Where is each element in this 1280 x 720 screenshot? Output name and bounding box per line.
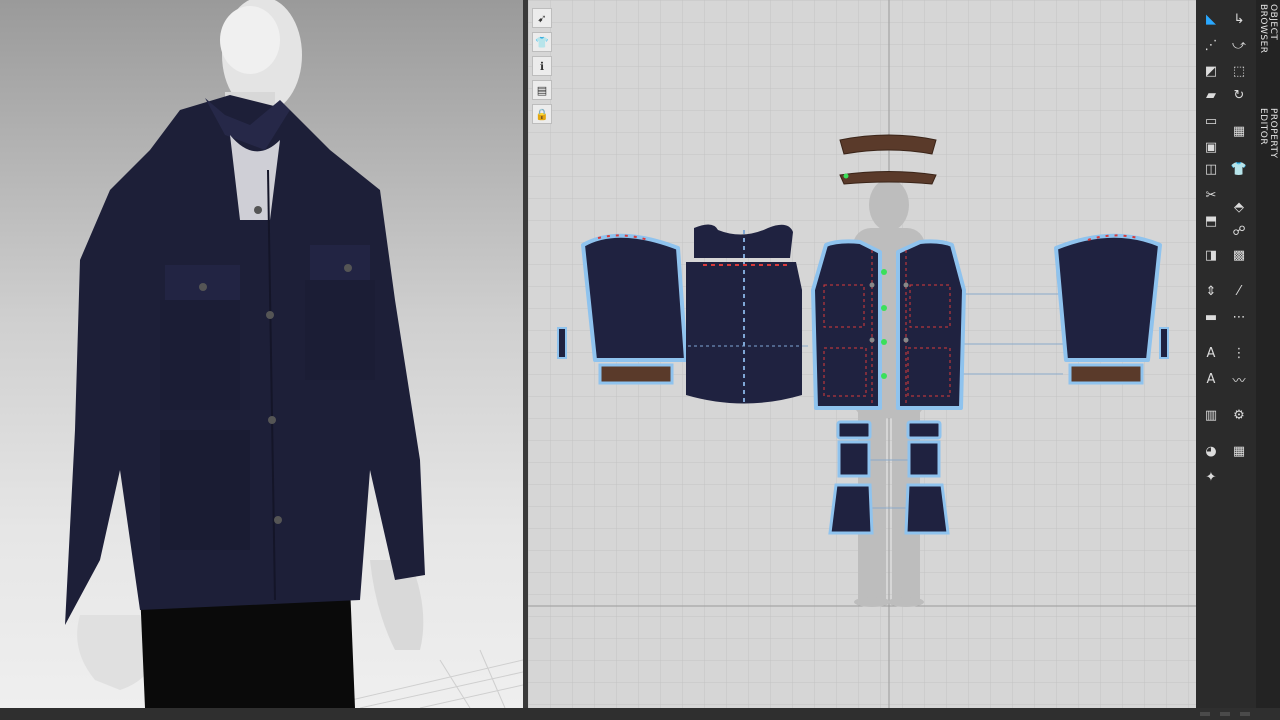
- floor-grid: [329, 649, 523, 708]
- button-tool-icon[interactable]: ⚙: [1228, 404, 1250, 426]
- tacking-icon[interactable]: ◨: [1200, 244, 1222, 266]
- jacket-3d: [65, 95, 425, 625]
- line-tool-icon[interactable]: ⁄: [1228, 280, 1250, 302]
- cut-icon[interactable]: ✂: [1200, 184, 1222, 206]
- sewing-segment-icon[interactable]: ▣: [1200, 136, 1222, 158]
- puckering-icon[interactable]: 〰: [1228, 368, 1250, 390]
- point-icon[interactable]: ⋰: [1200, 34, 1222, 56]
- shirt-tool-icon[interactable]: 👕: [1228, 158, 1250, 180]
- internal-polygon-icon[interactable]: ▰: [1200, 84, 1222, 106]
- measure-icon[interactable]: ⇕: [1200, 280, 1222, 302]
- add-text-icon[interactable]: A: [1200, 342, 1222, 364]
- trace-icon[interactable]: ▭: [1200, 110, 1222, 132]
- scroll-handle[interactable]: [1220, 712, 1230, 716]
- avatar-3d-render: [65, 0, 523, 708]
- fabric-icon[interactable]: ▤: [532, 80, 552, 100]
- scroll-handle[interactable]: [1240, 712, 1250, 716]
- avatar-tool-icon[interactable]: ◕: [1200, 440, 1222, 462]
- back-piece[interactable]: [686, 224, 802, 405]
- tab-property-editor[interactable]: PROPERTY EDITOR: [1256, 108, 1280, 192]
- edit-text-icon[interactable]: A: [1200, 368, 1222, 390]
- segment-ruler-icon[interactable]: ⋯: [1228, 306, 1250, 328]
- status-bar: [0, 708, 1280, 720]
- ruler-icon[interactable]: ▬: [1200, 306, 1222, 328]
- edit-curve-icon[interactable]: ⤻: [1228, 34, 1250, 56]
- 2d-view-tools: ➹ 👕 ℹ ▤ 🔒: [532, 8, 556, 128]
- grading-icon[interactable]: ▩: [1228, 244, 1250, 266]
- tab-object-browser[interactable]: OBJECT BROWSER: [1256, 4, 1280, 80]
- zipper-icon[interactable]: ▥: [1200, 404, 1222, 426]
- side-panel-tabs: OBJECT BROWSER PROPERTY EDITOR: [1256, 0, 1280, 710]
- draw-rectangle-icon[interactable]: ⬚: [1228, 60, 1250, 82]
- internal-rectangle-icon[interactable]: ↻: [1228, 84, 1250, 106]
- fold-icon[interactable]: ▦: [1228, 120, 1250, 142]
- garment-icon[interactable]: 👕: [532, 32, 552, 52]
- lock-icon[interactable]: 🔒: [532, 104, 552, 124]
- edit-pattern-icon[interactable]: ↳: [1228, 8, 1250, 30]
- transform-pattern-icon[interactable]: ◣: [1200, 8, 1222, 30]
- topstitch-icon[interactable]: ⋮: [1228, 342, 1250, 364]
- button-hole-icon[interactable]: ▦: [1228, 440, 1250, 462]
- 2d-pattern-viewport[interactable]: ➹ 👕 ℹ ▤ 🔒: [528, 0, 1196, 710]
- info-icon[interactable]: ℹ: [532, 56, 552, 76]
- edit-curvature-icon[interactable]: ☍: [1228, 220, 1250, 242]
- fold-arrangement-icon[interactable]: ⬘: [1228, 196, 1250, 218]
- scroll-handle[interactable]: [1200, 712, 1210, 716]
- pattern-toolbar: ◣ ↳ ⋰ ⤻ ◩ ⬚ ▰ ↻ ▭ ▦ ▣ ◫ 👕 ✂ ⬘ ⬒ ☍ ◨ ▩ ⇕ …: [1196, 0, 1256, 710]
- 3d-viewport[interactable]: [0, 0, 523, 708]
- draw-polygon-icon[interactable]: ◩: [1200, 60, 1222, 82]
- fitting-icon[interactable]: ✦: [1200, 466, 1222, 488]
- free-sewing-icon[interactable]: ◫: [1200, 158, 1222, 180]
- pattern-canvas: [528, 0, 1196, 710]
- pin-icon[interactable]: ⬒: [1200, 210, 1222, 232]
- select-tool-icon[interactable]: ➹: [532, 8, 552, 28]
